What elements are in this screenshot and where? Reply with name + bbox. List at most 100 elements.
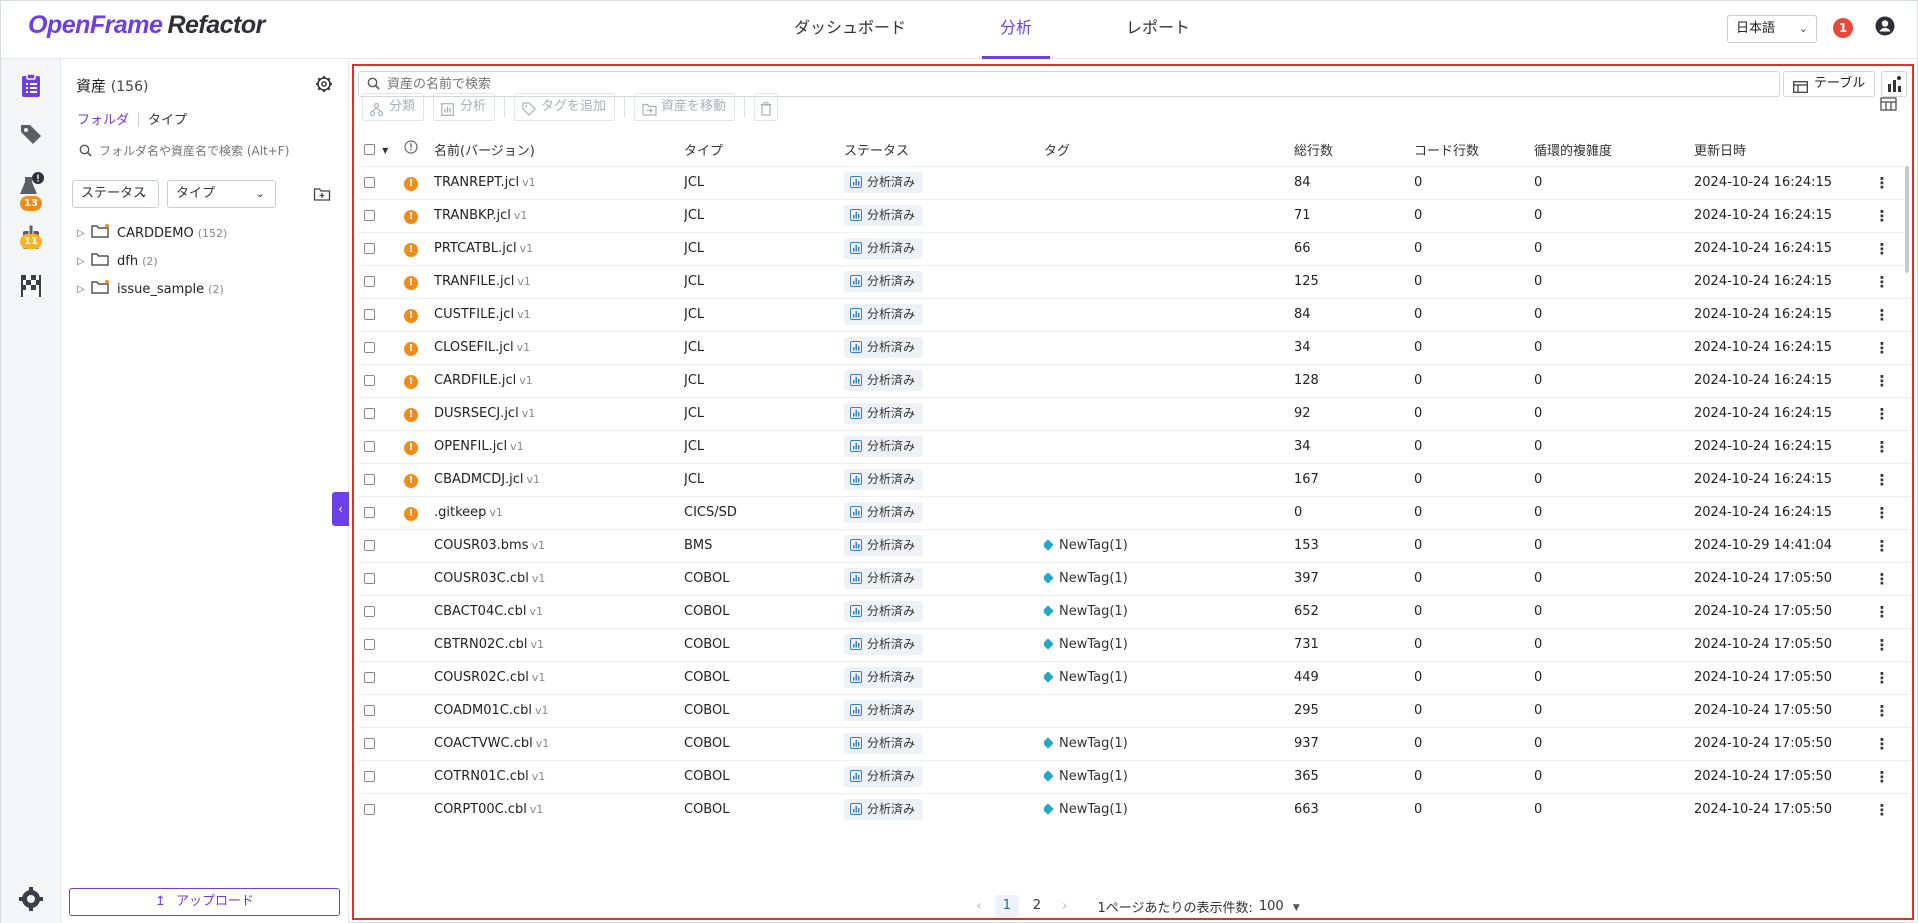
- chart-view-icon[interactable]: [1881, 71, 1907, 97]
- col-tag[interactable]: タグ: [1044, 133, 1294, 166]
- tag-chip[interactable]: NewTag(1): [1044, 604, 1128, 619]
- asset-name-cell[interactable]: CUSTFILE.jcl v1: [434, 297, 684, 331]
- asset-name-cell[interactable]: COTRN01C.cbl v1: [434, 759, 684, 793]
- row-checkbox[interactable]: [364, 375, 375, 386]
- page-1-button[interactable]: 1: [994, 895, 1019, 917]
- asset-name-cell[interactable]: COUSR02C.cbl v1: [434, 660, 684, 694]
- table-row[interactable]: COUSR03C.cbl v1 COBOL 分析済み NewTag(1) 397 0 0 202…: [358, 561, 1910, 595]
- notification-badge[interactable]: 1: [1833, 18, 1853, 38]
- new-folder-icon[interactable]: [313, 185, 331, 203]
- asset-name-cell[interactable]: COACTVWC.cbl v1: [434, 726, 684, 760]
- asset-name-cell[interactable]: COUSR03.bms v1: [434, 528, 684, 562]
- tag-chip[interactable]: NewTag(1): [1044, 736, 1128, 751]
- table-row[interactable]: ! CBADMCDJ.jcl v1 JCL 分析済み 167 0 0 2024-10-24 16…: [358, 462, 1910, 496]
- table-row[interactable]: ! PRTCATBL.jcl v1 JCL 分析済み 66 0 0 2024-10-24 16:…: [358, 231, 1910, 265]
- table-row[interactable]: COADM01C.cbl v1 COBOL 分析済み 295 0 0 2024-10-24 1…: [358, 693, 1910, 727]
- table-row[interactable]: COTRN01C.cbl v1 COBOL 分析済み NewTag(1) 365 0 0 202…: [358, 759, 1910, 793]
- more-options-icon[interactable]: ⋮: [1854, 165, 1910, 199]
- issues-flask-icon[interactable]: [17, 171, 45, 199]
- add-tag-button[interactable]: タグを追加: [514, 93, 616, 121]
- nav-report[interactable]: レポート: [1108, 1, 1208, 59]
- asset-name-cell[interactable]: COADM01C.cbl v1: [434, 693, 684, 727]
- row-checkbox[interactable]: [364, 606, 375, 617]
- more-options-icon[interactable]: ⋮: [1854, 462, 1910, 496]
- asset-name-cell[interactable]: TRANREPT.jcl v1: [434, 165, 684, 199]
- asset-name-cell[interactable]: CARDFILE.jcl v1: [434, 363, 684, 397]
- status-filter-select[interactable]: ステータス ⌄: [72, 180, 159, 208]
- asset-name-cell[interactable]: CLOSEFIL.jcl v1: [434, 330, 684, 364]
- row-checkbox[interactable]: [364, 210, 375, 221]
- tag-chip[interactable]: NewTag(1): [1044, 637, 1128, 652]
- tab-folder[interactable]: フォルダ: [77, 109, 129, 128]
- delete-button[interactable]: [754, 93, 779, 121]
- table-row[interactable]: ! .gitkeep v1 CICS/SD 分析済み 0 0 0 2024-10-24 16:2…: [358, 495, 1910, 529]
- tree-item-issue-sample[interactable]: ▷ issue_sample (2): [77, 279, 224, 299]
- asset-name-cell[interactable]: .gitkeep v1: [434, 495, 684, 529]
- asset-name-cell[interactable]: TRANBKP.jcl v1: [434, 198, 684, 232]
- settings-gear-icon[interactable]: [17, 885, 45, 913]
- col-total-lines[interactable]: 総行数: [1294, 133, 1414, 166]
- table-row[interactable]: ! TRANBKP.jcl v1 JCL 分析済み 71 0 0 2024-10-24 16:2…: [358, 198, 1910, 232]
- asset-name-cell[interactable]: TRANFILE.jcl v1: [434, 264, 684, 298]
- table-row[interactable]: ! CUSTFILE.jcl v1 JCL 分析済み 84 0 0 2024-10-24 16:…: [358, 297, 1910, 331]
- table-row[interactable]: COUSR03.bms v1 BMS 分析済み NewTag(1) 153 0 0 2024-1…: [358, 528, 1910, 562]
- asset-name-cell[interactable]: CBACT04C.cbl v1: [434, 594, 684, 628]
- asset-search-input[interactable]: [387, 74, 1767, 94]
- table-row[interactable]: CORPT00C.cbl v1 COBOL 分析済み NewTag(1) 663 0 0 202…: [358, 792, 1910, 826]
- more-options-icon[interactable]: ⋮: [1854, 792, 1910, 826]
- tags-icon[interactable]: [17, 119, 45, 147]
- app-logo[interactable]: OpenFrame Refactor: [28, 11, 265, 40]
- next-page-icon[interactable]: ›: [1062, 898, 1068, 914]
- assets-clipboard-icon[interactable]: [17, 71, 45, 99]
- asset-name-cell[interactable]: OPENFIL.jcl v1: [434, 429, 684, 463]
- panel-settings-icon[interactable]: [315, 75, 333, 93]
- tag-chip[interactable]: NewTag(1): [1044, 538, 1128, 553]
- more-options-icon[interactable]: ⋮: [1854, 627, 1910, 661]
- row-checkbox[interactable]: [364, 441, 375, 452]
- tree-item-carddemo[interactable]: ▷ CARDDEMO (152): [77, 223, 227, 243]
- row-checkbox[interactable]: [364, 705, 375, 716]
- row-checkbox[interactable]: [364, 573, 375, 584]
- table-view-button[interactable]: テーブル: [1783, 71, 1875, 97]
- row-checkbox[interactable]: [364, 408, 375, 419]
- asset-name-cell[interactable]: COUSR03C.cbl v1: [434, 561, 684, 595]
- more-options-icon[interactable]: ⋮: [1854, 231, 1910, 265]
- chevron-down-icon[interactable]: ▼: [382, 146, 388, 155]
- classify-button[interactable]: 分類: [362, 93, 425, 121]
- more-options-icon[interactable]: ⋮: [1854, 198, 1910, 232]
- row-checkbox[interactable]: [364, 804, 375, 816]
- tag-chip[interactable]: NewTag(1): [1044, 769, 1128, 784]
- row-checkbox[interactable]: [364, 540, 375, 551]
- more-options-icon[interactable]: ⋮: [1854, 528, 1910, 562]
- more-options-icon[interactable]: ⋮: [1854, 594, 1910, 628]
- asset-name-cell[interactable]: CBADMCDJ.jcl v1: [434, 462, 684, 496]
- more-options-icon[interactable]: ⋮: [1854, 297, 1910, 331]
- more-options-icon[interactable]: ⋮: [1854, 726, 1910, 760]
- tree-item-dfh[interactable]: ▷ dfh (2): [77, 251, 158, 271]
- table-row[interactable]: ! CLOSEFIL.jcl v1 JCL 分析済み 34 0 0 2024-10-24 16:…: [358, 330, 1910, 364]
- col-status[interactable]: ステータス: [844, 133, 1044, 166]
- tab-type[interactable]: タイプ: [148, 109, 187, 128]
- table-row[interactable]: CBTRN02C.cbl v1 COBOL 分析済み NewTag(1) 731 0 0 202…: [358, 627, 1910, 661]
- select-all-checkbox[interactable]: [364, 143, 375, 155]
- nav-dashboard[interactable]: ダッシュボード: [776, 1, 924, 59]
- more-options-icon[interactable]: ⋮: [1854, 759, 1910, 793]
- row-checkbox[interactable]: [364, 738, 375, 749]
- row-checkbox[interactable]: [364, 771, 375, 782]
- user-account-icon[interactable]: [1875, 16, 1895, 36]
- row-checkbox[interactable]: [364, 672, 375, 683]
- col-updated[interactable]: 更新日時: [1694, 133, 1854, 166]
- upload-button[interactable]: ↥ アップロード: [69, 888, 340, 916]
- page-2-button[interactable]: 2: [1025, 895, 1049, 917]
- more-options-icon[interactable]: ⋮: [1854, 429, 1910, 463]
- nav-analysis[interactable]: 分析: [982, 1, 1051, 59]
- asset-name-cell[interactable]: CBTRN02C.cbl v1: [434, 627, 684, 661]
- row-checkbox[interactable]: [364, 177, 375, 188]
- col-code-lines[interactable]: コード行数: [1414, 133, 1534, 166]
- type-filter-select[interactable]: タイプ ⌄: [167, 180, 276, 208]
- table-row[interactable]: ! TRANFILE.jcl v1 JCL 分析済み 125 0 0 2024-10-24 16…: [358, 264, 1910, 298]
- row-checkbox[interactable]: [364, 639, 375, 650]
- move-asset-button[interactable]: 資産を移動: [634, 93, 736, 121]
- per-page-select[interactable]: 100 ▼: [1259, 899, 1300, 914]
- language-select[interactable]: 日本語 ⌄: [1727, 15, 1817, 43]
